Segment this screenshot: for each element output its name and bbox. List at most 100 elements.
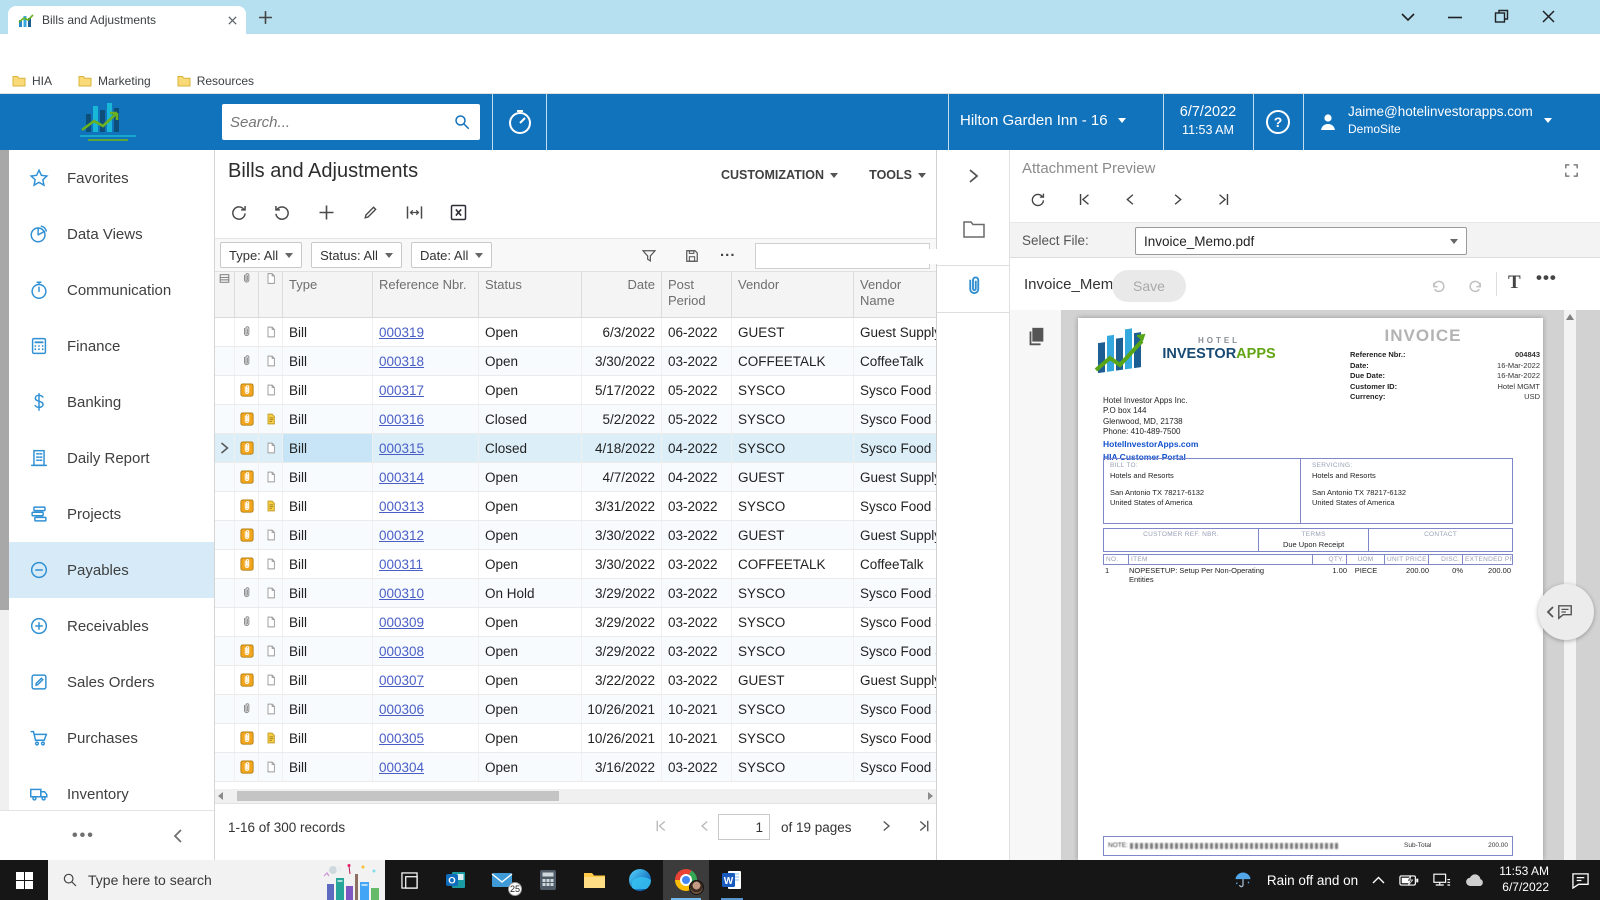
table-row[interactable]: Bill000318Open3/30/202203-2022COFFEETALK… xyxy=(215,347,936,376)
reference-link[interactable]: 000310 xyxy=(379,586,424,601)
collapse-panel-icon[interactable] xyxy=(966,168,980,184)
table-row[interactable]: Bill000309Open3/29/202203-2022SYSCOSysco… xyxy=(215,608,936,637)
filter-date[interactable]: Date: All xyxy=(411,242,492,268)
page-number-input[interactable] xyxy=(718,814,770,840)
save-button[interactable]: Save xyxy=(1112,270,1186,302)
fullscreen-icon[interactable] xyxy=(1563,162,1580,179)
browser-tab[interactable]: Bills and Adjustments xyxy=(8,6,246,34)
attachments-tab-icon[interactable] xyxy=(964,274,984,298)
battery-icon[interactable] xyxy=(1399,874,1419,887)
reference-link[interactable]: 000316 xyxy=(379,412,424,427)
taskbar-file-explorer[interactable] xyxy=(571,860,617,900)
last-page-icon[interactable] xyxy=(915,817,933,835)
reference-link[interactable]: 000313 xyxy=(379,499,424,514)
taskbar-clock[interactable]: 11:53 AM 6/7/2022 xyxy=(1499,864,1549,895)
refresh-icon[interactable] xyxy=(228,202,249,223)
reference-link[interactable]: 000314 xyxy=(379,470,424,485)
user-menu[interactable]: Jaime@hotelinvestorapps.com DemoSite xyxy=(1348,104,1533,136)
panel-prev-icon[interactable] xyxy=(1121,190,1140,209)
reference-link[interactable]: 000315 xyxy=(379,441,424,456)
document-tab-label[interactable]: Invoice_Memo xyxy=(1024,276,1122,293)
scroll-up-icon[interactable] xyxy=(1566,314,1574,320)
window-close-icon[interactable] xyxy=(1542,10,1555,23)
taskbar-edge[interactable] xyxy=(617,860,663,900)
table-row[interactable]: Bill000313Open3/31/202203-2022SYSCOSysco… xyxy=(215,492,936,521)
business-date-icon[interactable] xyxy=(505,107,535,137)
reference-link[interactable]: 000311 xyxy=(379,557,423,572)
reference-link[interactable]: 000317 xyxy=(379,383,424,398)
undo-icon[interactable] xyxy=(272,202,293,223)
export-to-excel-icon[interactable] xyxy=(448,202,469,223)
edit-record-icon[interactable] xyxy=(360,202,381,223)
onedrive-cloud-icon[interactable] xyxy=(1465,874,1485,887)
table-row[interactable]: Bill000311Open3/30/202203-2022COFFEETALK… xyxy=(215,550,936,579)
hidden-icons-chevron[interactable] xyxy=(1372,876,1385,884)
reference-link[interactable]: 000305 xyxy=(379,731,424,746)
window-restore-icon[interactable] xyxy=(1494,9,1509,24)
folder-tab-icon[interactable] xyxy=(962,218,986,240)
customization-menu[interactable]: CUSTOMIZATION xyxy=(721,168,838,182)
more-items-icon[interactable]: ••• xyxy=(72,827,95,845)
sidebar-item-communication[interactable]: Communication xyxy=(0,262,214,318)
attachments-column-icon[interactable] xyxy=(235,272,259,317)
sidebar-item-daily-report[interactable]: Daily Report xyxy=(0,430,214,486)
panel-last-icon[interactable] xyxy=(1214,190,1233,209)
filter-status[interactable]: Status: All xyxy=(311,242,402,268)
sidebar-item-finance[interactable]: Finance xyxy=(0,318,214,374)
invoice-link[interactable]: HotelInvestorApps.com xyxy=(1103,438,1198,451)
panel-refresh-icon[interactable] xyxy=(1028,190,1047,209)
notification-center-icon[interactable] xyxy=(1571,872,1590,889)
network-icon[interactable] xyxy=(1433,873,1451,888)
user-menu-chevron-icon[interactable] xyxy=(1544,118,1552,123)
grid-search-input[interactable] xyxy=(756,249,944,264)
table-row[interactable]: Bill000316Closed5/2/202205-2022SYSCOSysc… xyxy=(215,405,936,434)
sidebar-item-projects[interactable]: Projects xyxy=(0,486,214,542)
table-row[interactable]: Bill000310On Hold3/29/202203-2022SYSCOSy… xyxy=(215,579,936,608)
column-header-reference[interactable]: Reference Nbr. xyxy=(373,272,479,317)
reference-link[interactable]: 000306 xyxy=(379,702,424,717)
feedback-chat-button[interactable] xyxy=(1538,584,1594,640)
taskbar-mail[interactable]: 25 xyxy=(479,860,525,900)
taskbar-word[interactable]: W xyxy=(709,860,755,900)
reference-link[interactable]: 000318 xyxy=(379,354,424,369)
filter-type[interactable]: Type: All xyxy=(220,242,302,268)
help-icon[interactable]: ? xyxy=(1266,110,1290,134)
table-row[interactable]: Bill000312Open3/30/202203-2022GUESTGuest… xyxy=(215,521,936,550)
table-row[interactable]: Bill000317Open5/17/202205-2022SYSCOSysco… xyxy=(215,376,936,405)
scroll-right-icon[interactable] xyxy=(928,792,933,800)
column-header-date[interactable]: Date xyxy=(582,272,662,317)
window-menu-chevron-icon[interactable] xyxy=(1400,12,1416,22)
fit-to-screen-icon[interactable] xyxy=(404,202,425,223)
collapse-sidebar-icon[interactable] xyxy=(172,829,184,843)
sidebar-item-receivables[interactable]: Receivables xyxy=(0,598,214,654)
panel-next-icon[interactable] xyxy=(1168,190,1187,209)
notes-column-icon[interactable] xyxy=(259,272,283,317)
table-row[interactable]: Bill000315Closed4/18/202204-2022SYSCOSys… xyxy=(215,434,936,463)
reference-link[interactable]: 000312 xyxy=(379,528,424,543)
add-record-icon[interactable] xyxy=(316,202,337,223)
file-select-dropdown[interactable]: Invoice_Memo.pdf xyxy=(1135,227,1467,255)
table-row[interactable]: Bill000308Open3/29/202203-2022SYSCOSysco… xyxy=(215,637,936,666)
tab-close-icon[interactable] xyxy=(227,15,238,26)
new-tab-icon[interactable] xyxy=(258,10,273,25)
search-icon[interactable] xyxy=(453,113,471,131)
column-header-status[interactable]: Status xyxy=(479,272,582,317)
panel-more-options-icon[interactable]: ••• xyxy=(1536,268,1557,288)
window-minimize-icon[interactable] xyxy=(1448,16,1462,19)
sidebar-item-payables[interactable]: Payables xyxy=(0,542,214,598)
column-header-vendor-name[interactable]: Vendor Name xyxy=(854,272,936,317)
sidebar-item-purchases[interactable]: Purchases xyxy=(0,710,214,766)
global-search[interactable] xyxy=(222,104,480,140)
filter-funnel-icon[interactable] xyxy=(640,247,658,265)
reference-link[interactable]: 000309 xyxy=(379,615,424,630)
taskbar-search[interactable]: Type here to search xyxy=(48,860,385,900)
text-tool-icon[interactable]: T xyxy=(1508,272,1521,294)
reference-link[interactable]: 000308 xyxy=(379,644,424,659)
table-row[interactable]: Bill000306Open10/26/202110-2021SYSCOSysc… xyxy=(215,695,936,724)
redo-annotation-icon[interactable] xyxy=(1466,275,1486,295)
undo-annotation-icon[interactable] xyxy=(1428,275,1448,295)
sidebar-item-inventory[interactable]: Inventory xyxy=(0,766,214,810)
reference-link[interactable]: 000319 xyxy=(379,325,424,340)
table-row[interactable]: Bill000314Open4/7/202204-2022GUESTGuest … xyxy=(215,463,936,492)
table-row[interactable]: Bill000304Open3/16/202203-2022SYSCOSysco… xyxy=(215,753,936,782)
